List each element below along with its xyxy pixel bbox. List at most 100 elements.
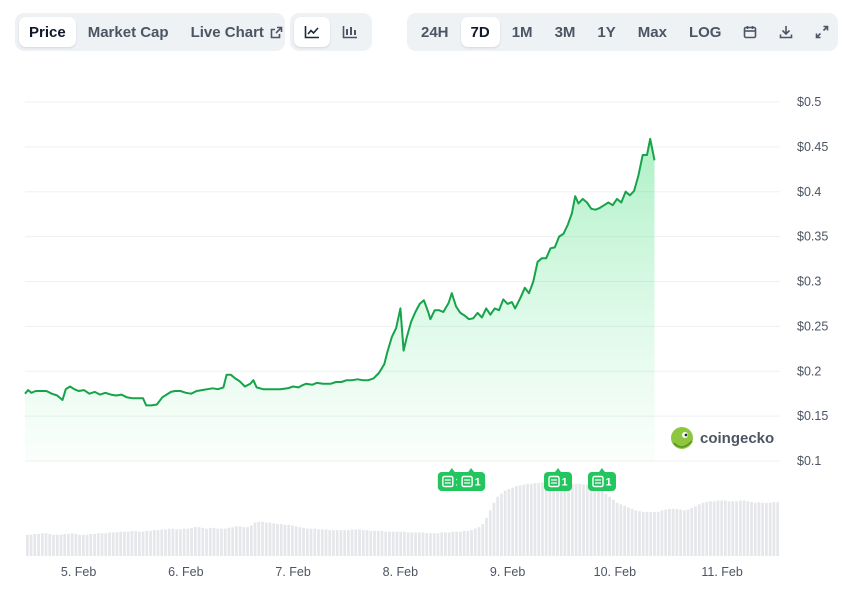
volume-bar [582, 484, 585, 556]
y-tick-label: $0.2 [797, 364, 821, 378]
volume-bar [615, 502, 619, 556]
news-badge-pointer [448, 468, 455, 472]
volume-bar [29, 534, 33, 556]
volume-bar [638, 511, 641, 556]
volume-bar [623, 505, 626, 556]
volume-bar [164, 529, 167, 556]
volume-bar [111, 532, 115, 556]
volume-bar [511, 487, 514, 556]
tab-price-label: Price [29, 23, 66, 41]
volume-bar [220, 528, 223, 556]
price-chart[interactable]: 1111 $0.5$0.45$0.4$0.35$0.3$0.25$0.2$0.1… [0, 0, 842, 590]
volume-bar [675, 508, 679, 556]
volume-bar [559, 483, 563, 556]
range-1m[interactable]: 1M [502, 17, 543, 47]
volume-bar [302, 527, 305, 556]
gecko-logo-icon [671, 427, 693, 449]
range-max[interactable]: Max [628, 17, 677, 47]
volume-bar [731, 501, 735, 556]
y-tick-label: $0.15 [797, 409, 828, 423]
x-tick-label: 8. Feb [383, 565, 418, 579]
range-max-label: Max [637, 23, 667, 41]
volume-bar [653, 511, 656, 556]
volume-bar [141, 531, 145, 556]
fullscreen-icon [816, 25, 829, 39]
news-badge-bg [587, 472, 616, 491]
volume-bar [70, 533, 74, 556]
volume-bar [391, 531, 395, 556]
volume-bar [753, 502, 757, 556]
volume-bar [253, 522, 257, 556]
volume-bar [742, 500, 746, 556]
tab-market-cap[interactable]: Market Cap [78, 17, 179, 47]
line-chart-icon [304, 26, 319, 39]
y-tick-label: $0.45 [797, 140, 828, 154]
download-button[interactable] [769, 17, 803, 47]
tab-market-cap-label: Market Cap [87, 23, 169, 41]
volume-bar [619, 504, 623, 556]
volume-bar [421, 532, 425, 556]
volume-bar [668, 508, 671, 556]
volume-bar [309, 528, 313, 556]
volume-bar [212, 527, 216, 556]
volume-bar [100, 533, 104, 556]
volume-bar [313, 528, 317, 556]
coingecko-watermark: coingecko [671, 427, 774, 449]
volume-bar [548, 482, 552, 556]
volume-bar [701, 502, 705, 556]
volume-bar [268, 522, 272, 556]
range-24h[interactable]: 24H [411, 17, 459, 47]
volume-bar [373, 530, 376, 556]
line-chart-button[interactable] [294, 17, 330, 47]
volume-bar [630, 508, 634, 556]
volume-bar [727, 501, 731, 556]
volume-bar [570, 483, 574, 556]
volume-bar [690, 508, 694, 556]
range-7d[interactable]: 7D [460, 17, 500, 47]
volume-bar [768, 502, 772, 556]
volume-bar [556, 482, 559, 556]
news-badge-count: 1 [605, 477, 611, 489]
volume-bar [276, 524, 279, 556]
x-axis: 5. Feb 6. Feb 7. Feb 8. Feb 9. Feb 10. Feb 11.… [61, 565, 743, 579]
log-scale-toggle[interactable]: LOG [679, 17, 732, 47]
y-axis: $0.5 $0.45 $0.4 $0.35 $0.3 $0.25 $0.2 $0.15 $0.1 [797, 95, 828, 468]
volume-bar [193, 527, 197, 556]
news-badge-pointer [555, 468, 562, 472]
volume-bar [447, 532, 451, 556]
calendar-button[interactable] [733, 17, 767, 47]
volume-bar [320, 529, 324, 556]
volume-bar [186, 528, 190, 556]
volume-bar [406, 532, 410, 556]
volume-bar [757, 502, 761, 556]
y-tick-label: $0.4 [797, 185, 821, 199]
news-badge[interactable]: 1 [544, 468, 573, 491]
volume-bar [761, 502, 765, 556]
volume-bar [682, 510, 686, 556]
volume-bar [227, 527, 231, 556]
volume-bar [343, 530, 347, 556]
volume-bar [544, 482, 548, 556]
volume-bar [279, 524, 283, 556]
range-1y[interactable]: 1Y [587, 17, 625, 47]
volume-bar [291, 525, 294, 556]
volume-bar [123, 531, 126, 556]
volume-bar [130, 530, 134, 556]
volume-bar [578, 483, 582, 556]
volume-bar [231, 527, 235, 556]
fullscreen-button[interactable] [805, 17, 839, 47]
tab-price[interactable]: Price [19, 17, 76, 47]
range-3m[interactable]: 3M [545, 17, 586, 47]
news-badge-count: 1 [475, 477, 481, 489]
news-badge[interactable]: 1 [587, 468, 616, 491]
news-badge[interactable]: 1 [457, 468, 486, 491]
volume-bar [354, 529, 358, 556]
tab-live-chart[interactable]: Live Chart [181, 17, 293, 47]
volume-bar [33, 533, 37, 556]
volume-bar [686, 509, 690, 556]
volume-bar [89, 533, 93, 556]
volume-bar [410, 532, 414, 556]
x-tick-label: 9. Feb [490, 565, 525, 579]
volume-bar [432, 533, 436, 556]
candlestick-chart-button[interactable] [332, 17, 368, 47]
